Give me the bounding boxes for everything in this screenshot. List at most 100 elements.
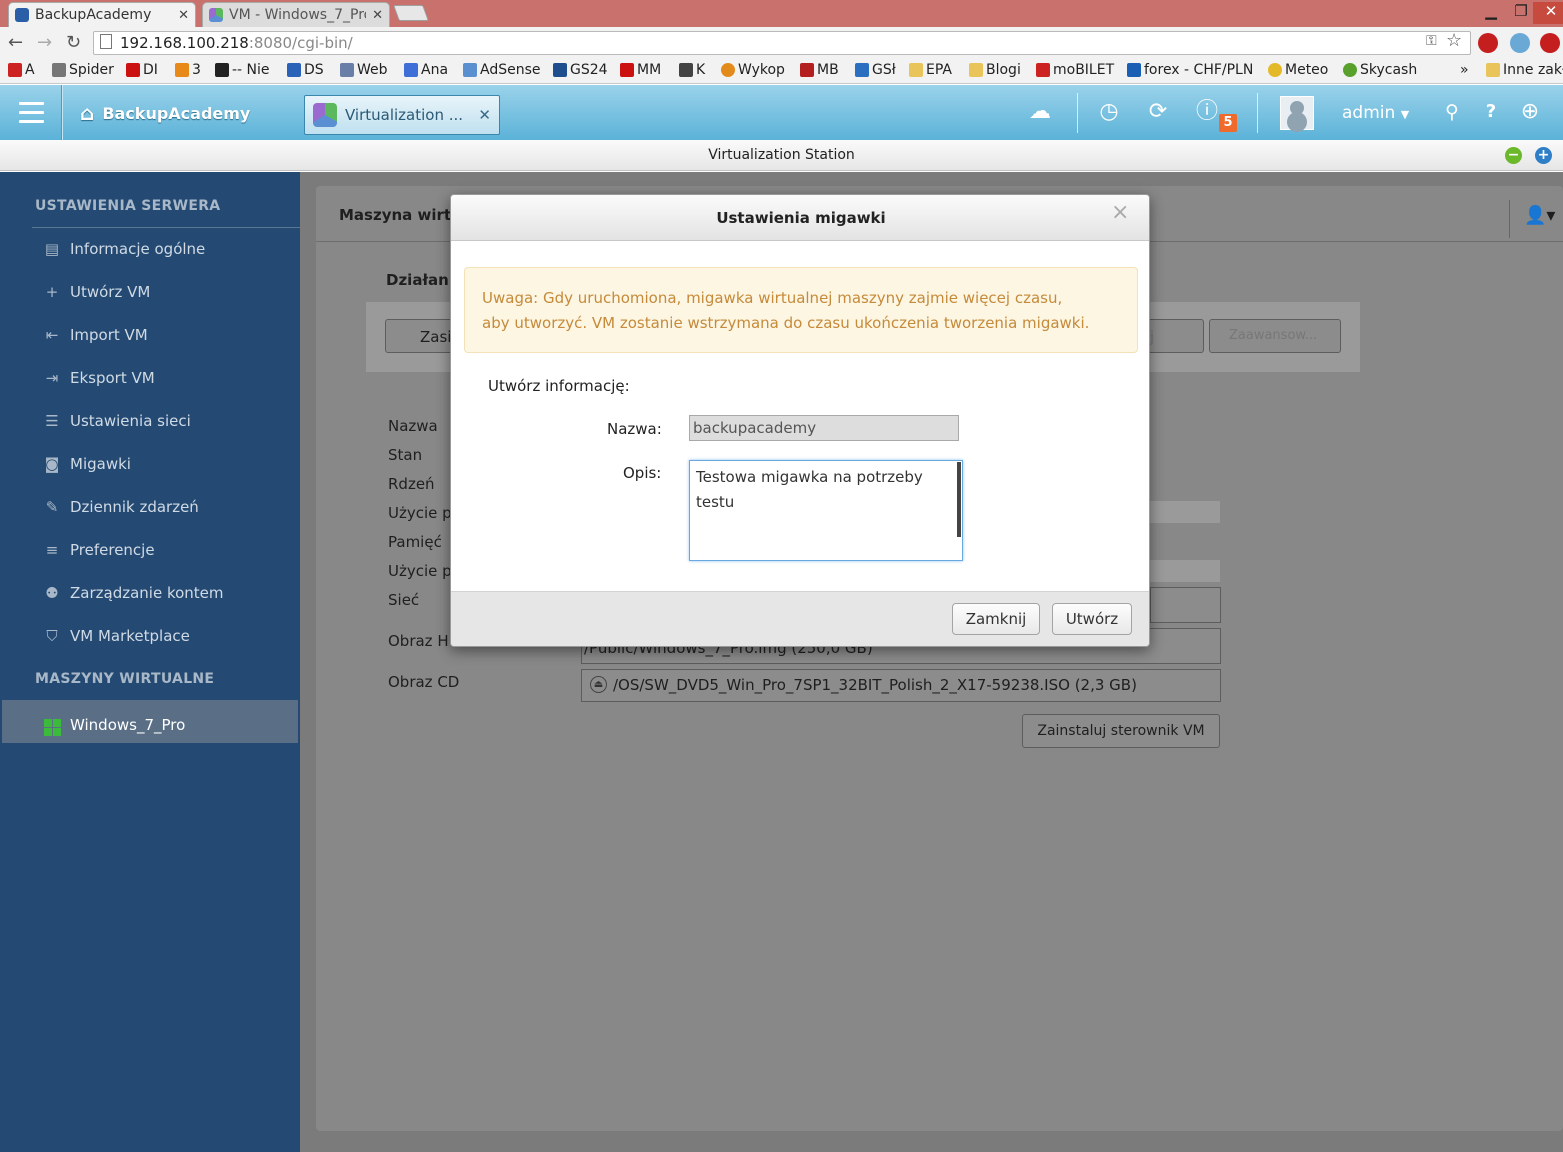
- maximize-app-icon[interactable]: +: [1535, 147, 1552, 164]
- bookmark-label: forex - CHF/PLN: [1144, 62, 1254, 78]
- bookmark[interactable]: 3: [175, 62, 201, 78]
- memory-usage-bar: [1150, 560, 1220, 582]
- bookmark-label: Ana: [421, 62, 449, 78]
- row-label-memory-usage: Użycie p: [388, 562, 452, 580]
- app-title: Virtualization Station: [708, 147, 855, 163]
- close-window-icon[interactable]: ✕: [1533, 2, 1563, 24]
- close-icon[interactable]: ×: [1111, 200, 1129, 225]
- install-driver-button[interactable]: Zainstaluj sterownik VM: [1022, 714, 1220, 748]
- bookmark[interactable]: Blogi: [969, 62, 1021, 78]
- app-tab-virtualization[interactable]: Virtualization ... ✕: [304, 95, 500, 135]
- bookmark-label: DS: [304, 62, 324, 78]
- close-button[interactable]: Zamknij: [952, 603, 1040, 635]
- help-icon[interactable]: ?: [1476, 97, 1506, 127]
- bookmark[interactable]: GSł: [855, 62, 896, 78]
- bookmark-label: MM: [637, 62, 662, 78]
- app-tab-close-icon[interactable]: ✕: [478, 106, 491, 124]
- extension-icon[interactable]: [1510, 33, 1530, 53]
- bookmark[interactable]: Meteo: [1268, 62, 1328, 78]
- sidebar-item-account-management[interactable]: ⚉ Zarządzanie kontem: [42, 584, 223, 602]
- sidebar-item-vm-windows7[interactable]: Windows_7_Pro: [42, 713, 185, 736]
- sidebar-item-snapshots[interactable]: ◙ Migawki: [42, 455, 131, 473]
- tab-close-icon[interactable]: ✕: [372, 8, 383, 23]
- bookmark[interactable]: Spider: [52, 62, 114, 78]
- preferences-icon: ≡: [45, 541, 59, 559]
- tab-title: BackupAcademy: [35, 7, 152, 23]
- sidebar-item-vm-marketplace[interactable]: ⛉ VM Marketplace: [42, 627, 190, 645]
- bookmark[interactable]: DI: [126, 62, 158, 78]
- bookmarks-overflow-button[interactable]: »: [1460, 62, 1469, 78]
- chevron-down-icon: ▼: [1400, 108, 1410, 121]
- user-settings-icon[interactable]: 👤▾: [1524, 205, 1555, 226]
- main-menu-button[interactable]: [0, 85, 62, 140]
- eject-icon[interactable]: ⏏: [590, 676, 607, 693]
- bookmark[interactable]: Ana: [404, 62, 448, 78]
- browser-tab-active[interactable]: BackupAcademy ✕: [8, 2, 196, 27]
- sidebar-item-create-vm[interactable]: + Utwórz VM: [42, 283, 151, 301]
- bookmark-icon: [800, 63, 814, 77]
- warning-line-1: Uwaga: Gdy uruchomiona, migawka wirtualn…: [482, 289, 1063, 307]
- name-field[interactable]: backupacademy: [689, 415, 959, 441]
- sidebar-item-general-info[interactable]: ▤ Informacje ogólne: [42, 240, 205, 258]
- dialog-title: Ustawienia migawki: [451, 195, 1149, 241]
- cloud-icon[interactable]: ☁: [1025, 97, 1055, 127]
- bookmark[interactable]: moBILET: [1036, 62, 1114, 78]
- search-icon[interactable]: ⚲: [1437, 97, 1467, 127]
- row-label-memory: Pamięć: [388, 533, 442, 551]
- background-tasks-icon[interactable]: ◷: [1094, 97, 1124, 127]
- minimize-app-icon[interactable]: −: [1505, 147, 1522, 164]
- bookmark[interactable]: forex - CHF/PLN: [1127, 62, 1253, 78]
- forward-icon[interactable]: →: [37, 32, 52, 53]
- sidebar-item-label: Eksport VM: [70, 369, 155, 387]
- bookmark[interactable]: -- Nie: [215, 62, 270, 78]
- sidebar-item-import-vm[interactable]: ⇤ Import VM: [42, 326, 148, 344]
- browser-tab-inactive[interactable]: VM - Windows_7_Pro ✕: [202, 2, 390, 27]
- sidebar-item-export-vm[interactable]: ⇥ Eksport VM: [42, 369, 155, 387]
- bookmark[interactable]: MB: [800, 62, 839, 78]
- create-button[interactable]: Utwórz: [1052, 603, 1132, 635]
- tab-close-icon[interactable]: ✕: [178, 8, 189, 23]
- sidebar-item-network[interactable]: ☰ Ustawienia sieci: [42, 412, 191, 430]
- star-icon[interactable]: ☆: [1446, 30, 1462, 51]
- adblock-icon[interactable]: [1478, 33, 1498, 53]
- bookmark[interactable]: Web: [340, 62, 388, 78]
- bookmark-label: Web: [357, 62, 388, 78]
- users-icon: ⚉: [45, 584, 59, 602]
- network-icon: ☰: [45, 412, 59, 430]
- bookmark[interactable]: K: [679, 62, 705, 78]
- language-globe-icon[interactable]: ⊕: [1515, 97, 1545, 127]
- bookmark-icon: [463, 63, 477, 77]
- bookmark[interactable]: DS: [287, 62, 324, 78]
- warning-line-2: aby utworzyć. VM zostanie wstrzymana do …: [482, 314, 1090, 332]
- bookmark[interactable]: MM: [620, 62, 661, 78]
- sidebar-item-event-log[interactable]: ✎ Dziennik zdarzeń: [42, 498, 199, 516]
- new-tab-button[interactable]: [393, 5, 429, 21]
- key-icon[interactable]: ⚿: [1426, 33, 1437, 49]
- name-label: Nazwa:: [607, 420, 662, 438]
- external-device-icon[interactable]: ⟳: [1143, 97, 1173, 127]
- sidebar-item-label: Import VM: [70, 326, 148, 344]
- bookmark-icon: [721, 63, 735, 77]
- extension-red-icon[interactable]: [1540, 33, 1560, 53]
- address-bar[interactable]: 192.168.100.218:8080/cgi-bin/: [93, 31, 1471, 55]
- notifications-icon[interactable]: ⓘ: [1192, 97, 1222, 127]
- home-button[interactable]: ⌂ BackupAcademy: [80, 101, 250, 125]
- user-avatar[interactable]: [1280, 96, 1314, 130]
- bookmark[interactable]: Skycash: [1343, 62, 1417, 78]
- reload-icon[interactable]: ↻: [66, 32, 81, 53]
- bookmark[interactable]: EPA: [909, 62, 952, 78]
- bookmark[interactable]: GS24: [553, 62, 608, 78]
- other-bookmarks-folder[interactable]: Inne zakł: [1486, 62, 1563, 78]
- description-field[interactable]: Testowa migawka na potrzeby testu: [689, 460, 963, 561]
- bookmark-label: K: [696, 62, 706, 78]
- row-label-hdd: Obraz H: [388, 632, 449, 650]
- sidebar: [0, 172, 300, 1152]
- bookmark[interactable]: Wykop: [721, 62, 785, 78]
- description-label: Opis:: [623, 464, 662, 482]
- bookmark[interactable]: AdSense: [463, 62, 541, 78]
- bookmark[interactable]: A: [8, 62, 35, 78]
- bookmark-icon: [1127, 63, 1141, 77]
- back-icon[interactable]: ←: [8, 32, 23, 53]
- user-menu[interactable]: admin ▼: [1342, 103, 1409, 123]
- sidebar-item-preferences[interactable]: ≡ Preferencje: [42, 541, 155, 559]
